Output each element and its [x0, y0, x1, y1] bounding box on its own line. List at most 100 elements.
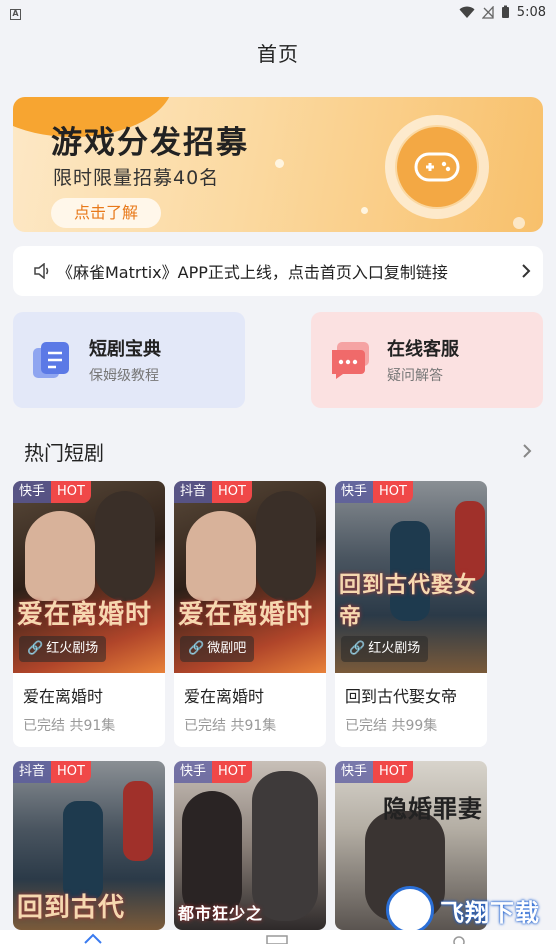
banner-cta-button[interactable]: 点击了解 [51, 198, 161, 228]
drama-meta: 已完结 共91集 [23, 718, 116, 734]
recruit-banner[interactable]: 游戏分发招募 限时限量招募40名 点击了解 [13, 97, 543, 232]
guide-card-subtitle: 保姆级教程 [89, 368, 159, 384]
poster-figure [25, 511, 95, 601]
bottom-nav[interactable] [0, 930, 556, 944]
watermark-text: 飞翔下载 [440, 898, 540, 927]
support-card[interactable]: 在线客服 疑问解答 [311, 312, 543, 408]
poster-title: 爱在离婚时 [17, 600, 153, 630]
poster-title: 回到古代 [17, 893, 126, 923]
guide-card-text: 短剧宝典 保姆级教程 [89, 335, 161, 385]
page-title: 首页 [257, 41, 299, 66]
banner-title: 游戏分发招募 [51, 125, 249, 161]
drama-tags: 快手 HOT [174, 761, 252, 783]
drama-tags: 快手 HOT [13, 481, 91, 503]
chat-icon [329, 340, 369, 380]
drama-tags: 抖音 HOT [13, 761, 91, 783]
drama-poster: 爱在离婚时 抖音 HOT 🔗 微剧吧 [174, 481, 326, 673]
hot-tag: HOT [51, 761, 91, 783]
hot-tag: HOT [212, 481, 252, 503]
hot-tag: HOT [373, 761, 413, 783]
profile-icon[interactable] [452, 934, 466, 944]
battery-icon [501, 5, 509, 18]
film-icon[interactable] [266, 934, 288, 944]
drama-poster: 爱在离婚时 快手 HOT 🔗 红火剧场 [13, 481, 165, 673]
link-icon: 🔗 [349, 641, 366, 656]
platform-tag: 抖音 [174, 481, 213, 503]
notice-text: 《麻雀Matrtix》APP正式上线，点击首页入口复制链接 [57, 263, 448, 282]
no-signal-icon [481, 5, 494, 19]
studio-name: 红火剧场 [46, 641, 99, 656]
poster-title: 都市狂少之 [178, 904, 264, 923]
studio-label: 🔗 微剧吧 [180, 636, 255, 662]
drama-meta: 已完结 共91集 [184, 718, 277, 734]
poster-title: 爱在离婚时 [178, 600, 314, 630]
notice-bar[interactable]: 《麻雀Matrtix》APP正式上线，点击首页入口复制链接 [13, 246, 543, 296]
support-card-title: 在线客服 [387, 339, 459, 360]
notification-badge-icon: A [10, 8, 21, 20]
platform-tag: 快手 [13, 481, 52, 503]
studio-name: 微剧吧 [207, 641, 247, 656]
status-time: 5:08 [516, 4, 546, 20]
status-left: A [10, 5, 21, 20]
studio-name: 红火剧场 [368, 641, 421, 656]
support-card-text: 在线客服 疑问解答 [387, 335, 459, 385]
watermark: 飞翔下载 [386, 884, 550, 936]
drama-tags: 抖音 HOT [174, 481, 252, 503]
poster-figure [252, 771, 318, 921]
support-card-subtitle: 疑问解答 [387, 368, 443, 384]
speaker-icon [34, 263, 49, 279]
section-title: 热门短剧 [24, 440, 104, 465]
drama-info: 爱在离婚时 已完结 共91集 [13, 673, 165, 747]
banner-dot [513, 217, 525, 229]
banner-dot [361, 207, 368, 214]
status-bar: A 5:08 [0, 0, 556, 24]
banner-icon-circle [397, 127, 477, 207]
status-right: 5:08 [459, 5, 546, 20]
wifi-icon [459, 6, 475, 18]
platform-tag: 快手 [335, 481, 374, 503]
drama-meta: 已完结 共99集 [345, 718, 438, 734]
drama-poster: 都市狂少之 快手 HOT [174, 761, 326, 930]
guide-card[interactable]: 短剧宝典 保姆级教程 [13, 312, 245, 408]
drama-name: 爱在离婚时 [184, 687, 265, 706]
poster-figure [95, 491, 155, 601]
hot-tag: HOT [51, 481, 91, 503]
poster-figure [186, 511, 256, 601]
drama-info: 爱在离婚时 已完结 共91集 [174, 673, 326, 747]
watermark-logo-icon [386, 886, 434, 934]
drama-tags: 快手 HOT [335, 481, 413, 503]
hot-tag: HOT [373, 481, 413, 503]
drama-info: 回到古代娶女帝 已完结 共99集 [335, 673, 487, 747]
poster-figure [63, 801, 103, 901]
drama-card[interactable]: 爱在离婚时 快手 HOT 🔗 红火剧场 爱在离婚时 已完结 共91集 [13, 481, 165, 747]
link-icon: 🔗 [188, 641, 205, 656]
document-icon [31, 340, 71, 380]
drama-poster: 回到古代 抖音 HOT [13, 761, 165, 930]
hot-dramas-header[interactable]: 热门短剧 [24, 434, 532, 468]
guide-card-title: 短剧宝典 [89, 339, 161, 360]
poster-title: 回到古代娶女帝 [339, 573, 478, 630]
home-icon[interactable] [84, 932, 102, 944]
banner-dot [275, 159, 284, 168]
platform-tag: 抖音 [13, 761, 52, 783]
chevron-right-icon[interactable] [521, 263, 531, 279]
hot-tag: HOT [212, 761, 252, 783]
poster-figure [256, 491, 316, 601]
studio-label: 🔗 红火剧场 [341, 636, 429, 662]
studio-label: 🔗 红火剧场 [19, 636, 107, 662]
drama-name: 爱在离婚时 [23, 687, 104, 706]
drama-tags: 快手 HOT [335, 761, 413, 783]
poster-figure [123, 781, 153, 861]
drama-poster: 回到古代娶女帝 快手 HOT 🔗 红火剧场 [335, 481, 487, 673]
drama-card[interactable]: 爱在离婚时 抖音 HOT 🔗 微剧吧 爱在离婚时 已完结 共91集 [174, 481, 326, 747]
drama-name: 回到古代娶女帝 [345, 687, 458, 706]
platform-tag: 快手 [335, 761, 374, 783]
banner-subtitle: 限时限量招募40名 [53, 167, 220, 189]
drama-card[interactable]: 回到古代 抖音 HOT [13, 761, 165, 930]
poster-title: 隐婚罪妻 [383, 795, 483, 823]
drama-card[interactable]: 都市狂少之 快手 HOT [174, 761, 326, 930]
gamepad-icon [414, 152, 460, 182]
platform-tag: 快手 [174, 761, 213, 783]
drama-card[interactable]: 回到古代娶女帝 快手 HOT 🔗 红火剧场 回到古代娶女帝 已完结 共99集 [335, 481, 487, 747]
chevron-right-icon[interactable] [522, 443, 532, 459]
